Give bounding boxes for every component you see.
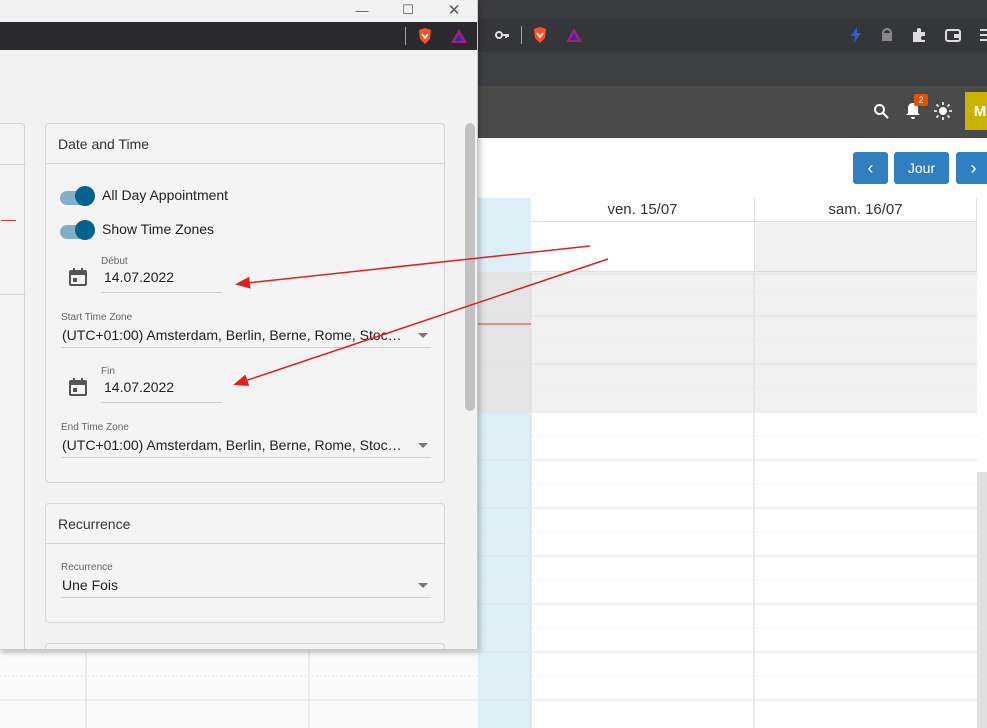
start-timezone-underline xyxy=(61,347,431,348)
day-header-sat[interactable]: sam. 16/07 xyxy=(755,198,977,222)
maximize-icon[interactable]: ☐ xyxy=(393,0,423,20)
calendar-icon[interactable] xyxy=(68,377,88,397)
recurrence-card-title: Recurrence xyxy=(46,504,444,544)
end-date-label: Fin xyxy=(101,366,115,377)
general-card-partial xyxy=(0,123,26,649)
start-date-label: Début xyxy=(101,256,128,267)
all-day-toggle[interactable] xyxy=(60,186,96,206)
recurrence-select[interactable]: Une Fois xyxy=(62,577,402,593)
next-card-partial xyxy=(45,643,445,649)
allday-cell-fri[interactable] xyxy=(531,222,755,272)
start-timezone-select[interactable]: (UTC+01:00) Amsterdam, Berlin, Berne, Ro… xyxy=(62,327,404,343)
recurrence-field-label: Recurrence xyxy=(61,562,113,573)
toolbar-separator xyxy=(405,27,406,45)
date-time-card-title: Date and Time xyxy=(46,124,444,164)
theme-sun-icon[interactable] xyxy=(934,102,952,120)
end-date-underline xyxy=(101,402,222,403)
notification-badge: 2 xyxy=(914,94,928,106)
close-icon[interactable]: ✕ xyxy=(439,0,469,20)
all-day-label: All Day Appointment xyxy=(102,187,229,203)
recurrence-underline xyxy=(61,597,431,598)
end-timezone-underline xyxy=(61,457,431,458)
end-timezone-label: End Time Zone xyxy=(61,422,129,433)
brave-rewards-icon[interactable] xyxy=(450,27,468,45)
prev-button[interactable]: ‹ xyxy=(853,152,888,184)
browser-tab-strip xyxy=(477,52,987,86)
allday-cell-sat[interactable] xyxy=(755,222,977,272)
show-timezones-label: Show Time Zones xyxy=(102,221,215,237)
menu-icon[interactable] xyxy=(976,26,987,44)
appointment-dialog-window: — ☐ ✕ Date and Time All Day Appointment … xyxy=(0,0,478,650)
dialog-browser-toolbar xyxy=(0,22,477,50)
end-date-input[interactable]: 14.07.2022 xyxy=(104,379,222,395)
date-time-card: Date and Time All Day Appointment Show T… xyxy=(45,123,445,483)
chevron-down-icon[interactable] xyxy=(418,443,428,448)
minimize-icon[interactable]: — xyxy=(347,0,377,20)
search-icon[interactable] xyxy=(872,102,890,120)
app-header-bar: 2 M xyxy=(477,86,987,138)
brave-shield-icon[interactable] xyxy=(416,27,434,45)
toolbar-separator xyxy=(521,26,522,44)
show-timezones-toggle[interactable] xyxy=(60,220,96,240)
calendar-icon[interactable] xyxy=(68,267,88,287)
user-avatar[interactable]: M xyxy=(965,92,987,130)
brave-shield-icon[interactable] xyxy=(531,26,549,44)
brave-rewards-icon[interactable] xyxy=(565,26,583,44)
wallet-icon[interactable] xyxy=(944,26,962,44)
view-jour-button[interactable]: Jour xyxy=(894,152,949,184)
next-button[interactable]: › xyxy=(956,152,987,184)
browser-toolbar xyxy=(477,18,987,52)
start-timezone-label: Start Time Zone xyxy=(61,312,133,323)
window-title-bar: — ☐ ✕ xyxy=(0,0,477,22)
extension-icon[interactable] xyxy=(878,26,896,44)
start-date-input[interactable]: 14.07.2022 xyxy=(104,269,222,285)
chevron-down-icon[interactable] xyxy=(418,583,428,588)
end-timezone-select[interactable]: (UTC+01:00) Amsterdam, Berlin, Berne, Ro… xyxy=(62,437,404,453)
start-date-underline xyxy=(101,292,222,293)
chevron-down-icon[interactable] xyxy=(418,333,428,338)
lightning-extension-icon[interactable] xyxy=(847,26,865,44)
recurrence-card: Recurrence Recurrence Une Fois xyxy=(45,503,445,623)
puzzle-extensions-icon[interactable] xyxy=(910,26,928,44)
day-header-fri[interactable]: ven. 15/07 xyxy=(531,198,755,222)
dialog-scrollbar-thumb[interactable] xyxy=(465,123,475,411)
key-icon[interactable] xyxy=(493,26,511,44)
